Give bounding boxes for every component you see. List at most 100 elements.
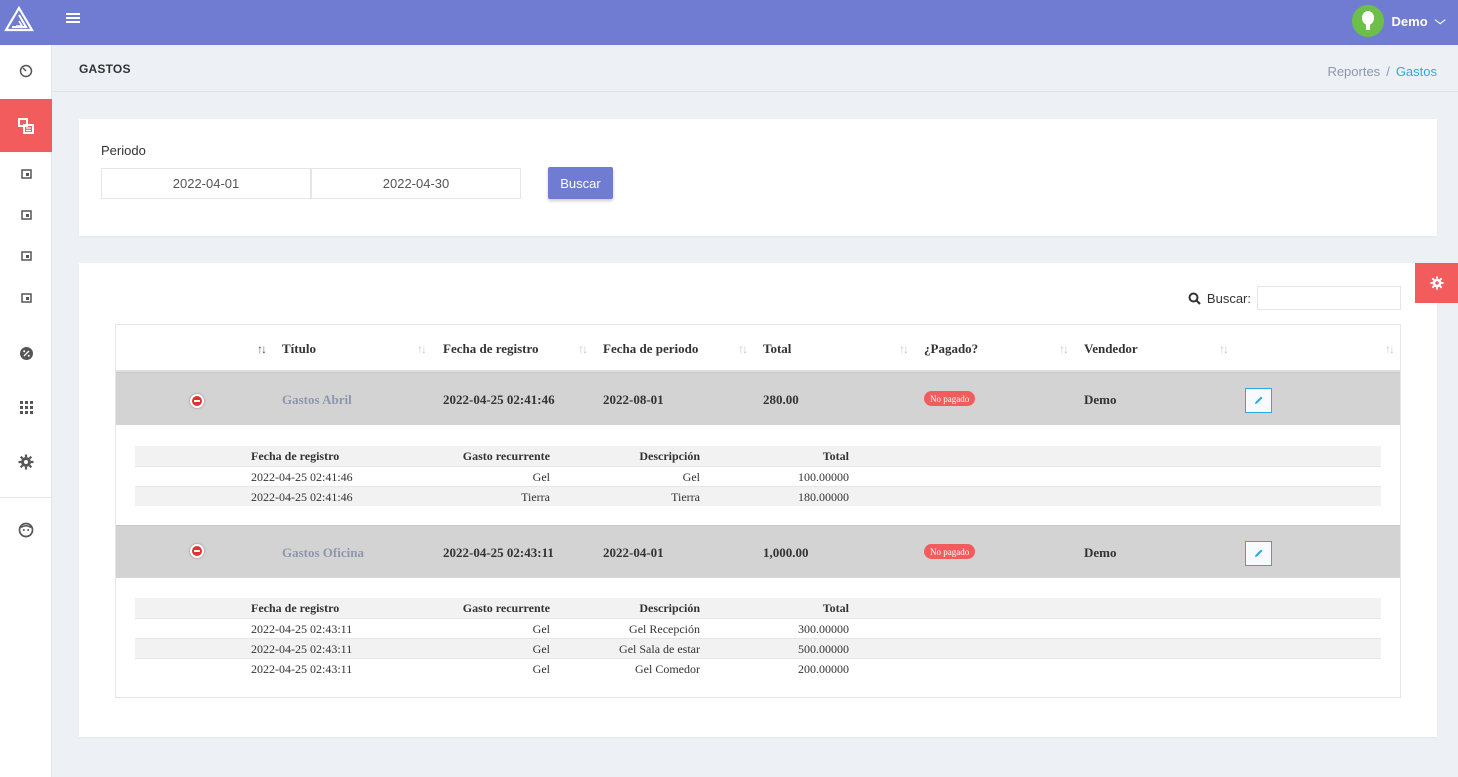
- row-vendedor: Demo: [1084, 391, 1117, 407]
- detail-table: Fecha de registro Gasto recurrente Descr…: [135, 446, 1381, 506]
- table-row: Gastos Abril 2022-04-25 02:41:46 2022-08…: [116, 372, 1400, 425]
- sort-icon[interactable]: ↑↓: [578, 342, 588, 357]
- detail-total: 500.00000: [798, 642, 849, 656]
- status-badge: No pagado: [924, 391, 976, 406]
- sidebar-item-discounts[interactable]: [0, 333, 52, 373]
- date-from-input[interactable]: [101, 168, 311, 199]
- search-button[interactable]: Buscar: [548, 167, 613, 199]
- row-title: Gastos Oficina: [282, 544, 364, 560]
- detail-header-fecha: Fecha de registro: [251, 601, 340, 615]
- detail-header-descripcion: Descripción: [639, 601, 700, 615]
- user-avatar-icon: [1361, 11, 1374, 30]
- date-to-input[interactable]: [311, 168, 521, 199]
- detail-total: 200.00000: [798, 662, 849, 676]
- calendar-icon: [20, 168, 32, 179]
- breadcrumb-separator: /: [1386, 64, 1390, 79]
- detail-descripcion: Tierra: [671, 490, 700, 504]
- detail-row: 2022-04-25 02:43:11 Gel Gel Recepción 30…: [135, 618, 1381, 638]
- breadcrumb-parent-link[interactable]: Reportes: [1327, 64, 1380, 79]
- detail-row: 2022-04-25 02:43:11 Gel Gel Comedor 200.…: [135, 658, 1381, 678]
- detail-total: 300.00000: [798, 622, 849, 636]
- top-navbar: Demo ⌵: [0, 0, 1458, 45]
- chevron-down-icon: ⌵: [1434, 14, 1446, 27]
- row-fecha-registro: 2022-04-25 02:43:11: [443, 544, 554, 560]
- gear-icon: [1429, 276, 1444, 290]
- sort-asc-icon[interactable]: ↑↓: [257, 342, 267, 357]
- detail-table: Fecha de registro Gasto recurrente Descr…: [135, 598, 1381, 678]
- detail-fecha: 2022-04-25 02:43:11: [251, 662, 353, 676]
- user-menu[interactable]: Demo ⌵: [1351, 3, 1446, 39]
- column-header-fecha-registro[interactable]: Fecha de registro: [443, 325, 539, 372]
- detail-header-gasto: Gasto recurrente: [462, 601, 550, 615]
- sidebar: [0, 45, 52, 777]
- row-fecha-periodo: 2022-08-01: [603, 391, 664, 407]
- detail-header-descripcion: Descripción: [639, 449, 700, 463]
- detail-gasto: Tierra: [521, 490, 550, 504]
- sidebar-item-settings[interactable]: [0, 442, 52, 482]
- row-fecha-periodo: 2022-04-01: [603, 544, 664, 560]
- column-header-pagado[interactable]: ¿Pagado?: [924, 325, 978, 372]
- gear-icon: [18, 454, 34, 470]
- detail-descripcion: Gel Recepción: [629, 622, 700, 636]
- detail-header-row: Fecha de registro Gasto recurrente Descr…: [135, 446, 1381, 466]
- detail-total: 100.00000: [798, 470, 849, 484]
- breadcrumb-current[interactable]: Gastos: [1396, 64, 1437, 79]
- sort-icon[interactable]: ↑↓: [899, 342, 909, 357]
- row-total: 280.00: [763, 391, 799, 407]
- edit-button[interactable]: [1245, 541, 1272, 566]
- search-icon: [1188, 292, 1201, 305]
- sidebar-item-profile[interactable]: [0, 510, 52, 550]
- table-search-label: Buscar:: [1206, 290, 1251, 306]
- sidebar-item-reports[interactable]: [0, 99, 52, 152]
- app-logo-icon[interactable]: [4, 6, 34, 32]
- menu-toggle-icon[interactable]: [66, 13, 80, 25]
- sidebar-item-dashboard[interactable]: [0, 51, 52, 91]
- detail-descripcion: Gel: [682, 470, 700, 484]
- sidebar-item-calendar-4[interactable]: [0, 277, 52, 317]
- detail-header-fecha: Fecha de registro: [251, 449, 340, 463]
- detail-fecha: 2022-04-25 02:41:46: [251, 470, 353, 484]
- column-header-vendedor[interactable]: Vendedor: [1084, 325, 1138, 372]
- detail-row: 2022-04-25 02:41:46 Tierra Tierra 180.00…: [135, 486, 1381, 506]
- detail-header-row: Fecha de registro Gasto recurrente Descr…: [135, 598, 1381, 618]
- column-header-titulo[interactable]: Título: [282, 325, 316, 372]
- table-header: ↑↓ Título ↑↓ Fecha de registro ↑↓ Fecha …: [116, 325, 1400, 372]
- detail-fecha: 2022-04-25 02:43:11: [251, 622, 353, 636]
- user-name: Demo: [1391, 13, 1428, 29]
- detail-gasto: Gel: [532, 622, 550, 636]
- collapse-row-icon[interactable]: [190, 544, 204, 558]
- row-vendedor: Demo: [1084, 544, 1117, 560]
- edit-button[interactable]: [1245, 388, 1272, 413]
- sidebar-item-apps[interactable]: [0, 387, 52, 427]
- sort-icon[interactable]: ↑↓: [1385, 342, 1395, 357]
- theme-settings-button[interactable]: [1415, 263, 1458, 303]
- sidebar-divider: [0, 497, 52, 498]
- column-header-total[interactable]: Total: [763, 325, 791, 372]
- detail-gasto: Gel: [532, 642, 550, 656]
- dashboard-icon: [19, 64, 33, 78]
- collapse-row-icon[interactable]: [190, 394, 204, 408]
- row-title: Gastos Abril: [282, 391, 352, 407]
- sidebar-item-calendar-3[interactable]: [0, 235, 52, 275]
- sort-icon[interactable]: ↑↓: [1219, 342, 1229, 357]
- table-search-input[interactable]: [1257, 286, 1401, 310]
- detail-fecha: 2022-04-25 02:41:46: [251, 490, 353, 504]
- sidebar-item-calendar-1[interactable]: [0, 153, 52, 193]
- sidebar-item-calendar-2[interactable]: [0, 194, 52, 234]
- sort-icon[interactable]: ↑↓: [417, 342, 427, 357]
- detail-header-total: Total: [822, 601, 849, 615]
- detail-header-gasto: Gasto recurrente: [462, 449, 550, 463]
- pencil-icon: [1255, 549, 1263, 557]
- sort-icon[interactable]: ↑↓: [1059, 342, 1069, 357]
- detail-header-total: Total: [822, 449, 849, 463]
- percent-badge-icon: [19, 346, 33, 360]
- column-header-fecha-periodo[interactable]: Fecha de periodo: [603, 325, 698, 372]
- breadcrumb: Reportes / Gastos: [1327, 64, 1437, 79]
- row-total: 1,000.00: [763, 544, 809, 560]
- sort-icon[interactable]: ↑↓: [738, 342, 748, 357]
- expenses-table-card: Buscar: ↑↓ Título ↑↓ Fecha de registro ↑…: [79, 263, 1437, 737]
- pencil-icon: [1255, 396, 1263, 404]
- grid-icon: [19, 400, 33, 414]
- period-label: Periodo: [101, 143, 146, 158]
- filter-card: Periodo Buscar: [79, 119, 1437, 236]
